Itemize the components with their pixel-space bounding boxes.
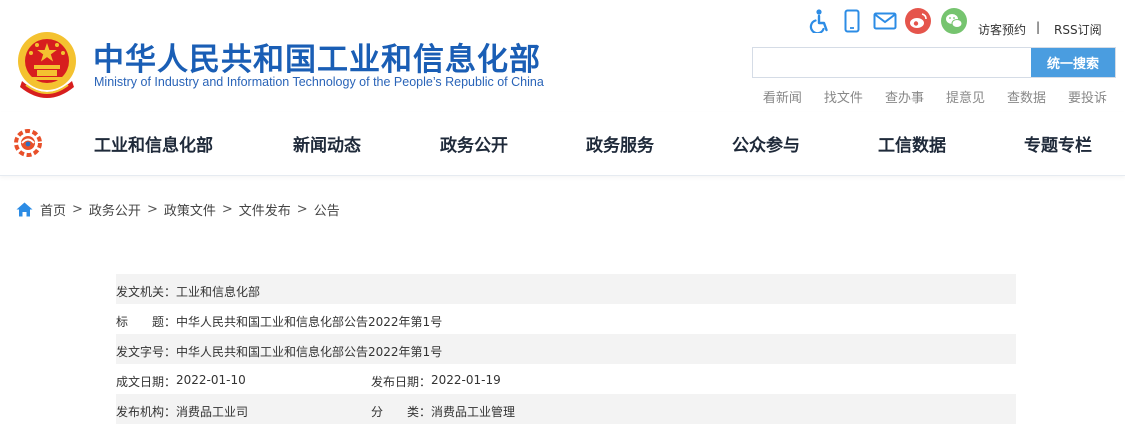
main-nav: 工业和信息化部 新闻动态 政务公开 政务服务 公众参与 工信数据 专题专栏 xyxy=(0,112,1125,176)
issuer-value: 工业和信息化部 xyxy=(176,285,261,299)
rss-subscribe-link[interactable]: RSS订阅 xyxy=(1054,21,1102,38)
nav-item-news[interactable]: 新闻动态 xyxy=(293,131,361,156)
mobile-icon[interactable] xyxy=(843,8,861,34)
quick-link-services[interactable]: 查办事 xyxy=(885,87,924,106)
document-info-table: 发文机关： 工业和信息化部 标 题： 中华人民共和国工业和信息化部公告2022年… xyxy=(116,274,1016,424)
title-value: 中华人民共和国工业和信息化部公告2022年第1号 xyxy=(176,315,443,329)
breadcrumb-separator: > xyxy=(72,201,83,217)
national-emblem-icon xyxy=(18,32,76,98)
title-label: 标 题： xyxy=(116,315,177,329)
accessibility-icon[interactable] xyxy=(807,8,831,34)
site-subtitle: Ministry of Industry and Information Tec… xyxy=(94,75,544,89)
category-value: 消费品工业管理 xyxy=(431,405,516,419)
created-date-label: 成文日期： xyxy=(116,375,177,389)
nav-item-topics[interactable]: 专题专栏 xyxy=(1024,131,1092,156)
quick-link-documents[interactable]: 找文件 xyxy=(824,87,863,106)
organization-label: 发布机构： xyxy=(116,405,177,419)
nav-item-miit[interactable]: 工业和信息化部 xyxy=(94,131,213,156)
breadcrumb-document-release[interactable]: 文件发布 xyxy=(239,200,291,219)
nav-item-government-affairs[interactable]: 政务公开 xyxy=(440,131,508,156)
wechat-icon[interactable] xyxy=(941,8,967,34)
quick-link-feedback[interactable]: 提意见 xyxy=(946,87,985,106)
nav-item-data[interactable]: 工信数据 xyxy=(878,131,946,156)
mail-icon[interactable] xyxy=(873,8,897,34)
site-title: 中华人民共和国工业和信息化部 xyxy=(93,42,541,78)
nav-item-services[interactable]: 政务服务 xyxy=(586,131,654,156)
quick-links: 看新闻 找文件 查办事 提意见 查数据 要投诉 xyxy=(763,87,1107,106)
created-date-value: 2022-01-10 xyxy=(176,373,246,387)
organization-value: 消费品工业司 xyxy=(176,405,249,419)
breadcrumb-separator: > xyxy=(146,201,158,217)
document-number-value: 中华人民共和国工业和信息化部公告2022年第1号 xyxy=(176,345,443,359)
breadcrumb-home[interactable]: 首页 xyxy=(40,200,66,219)
miit-logo-icon[interactable] xyxy=(13,128,43,158)
search-bar: 统一搜索 xyxy=(752,47,1116,78)
published-date-value: 2022-01-19 xyxy=(431,373,501,387)
top-utility-bar: 访客预约 | RSS订阅 xyxy=(785,8,1125,37)
breadcrumb-separator: > xyxy=(221,201,233,217)
weibo-icon[interactable] xyxy=(905,8,931,34)
breadcrumb-separator: > xyxy=(296,201,308,217)
quick-link-complaint[interactable]: 要投诉 xyxy=(1068,87,1107,106)
info-row-document-number: 发文字号： 中华人民共和国工业和信息化部公告2022年第1号 xyxy=(116,334,1016,364)
quick-link-news[interactable]: 看新闻 xyxy=(763,87,802,106)
top-separator: | xyxy=(1036,20,1041,34)
breadcrumb: 首页 > 政务公开 > 政策文件 > 文件发布 > 公告 xyxy=(16,200,340,219)
issuer-label: 发文机关： xyxy=(116,285,177,299)
visitor-appointment-link[interactable]: 访客预约 xyxy=(978,21,1026,38)
published-date-label: 发布日期： xyxy=(371,375,432,389)
breadcrumb-policy-documents[interactable]: 政策文件 xyxy=(164,200,216,219)
info-row-organization: 发布机构： 消费品工业司 分 类： 消费品工业管理 xyxy=(116,394,1016,424)
info-row-issuer: 发文机关： 工业和信息化部 xyxy=(116,274,1016,304)
unified-search-button[interactable]: 统一搜索 xyxy=(1031,48,1115,77)
search-input[interactable] xyxy=(753,48,1031,77)
breadcrumb-announcement[interactable]: 公告 xyxy=(314,200,340,219)
document-number-label: 发文字号： xyxy=(116,345,177,359)
quick-link-data[interactable]: 查数据 xyxy=(1007,87,1046,106)
info-row-title: 标 题： 中华人民共和国工业和信息化部公告2022年第1号 xyxy=(116,304,1016,334)
breadcrumb-government-affairs[interactable]: 政务公开 xyxy=(89,200,141,219)
category-label: 分 类： xyxy=(371,405,432,419)
home-icon[interactable] xyxy=(16,202,33,217)
info-row-dates: 成文日期： 2022-01-10 发布日期： 2022-01-19 xyxy=(116,364,1016,394)
nav-item-participation[interactable]: 公众参与 xyxy=(732,131,800,156)
